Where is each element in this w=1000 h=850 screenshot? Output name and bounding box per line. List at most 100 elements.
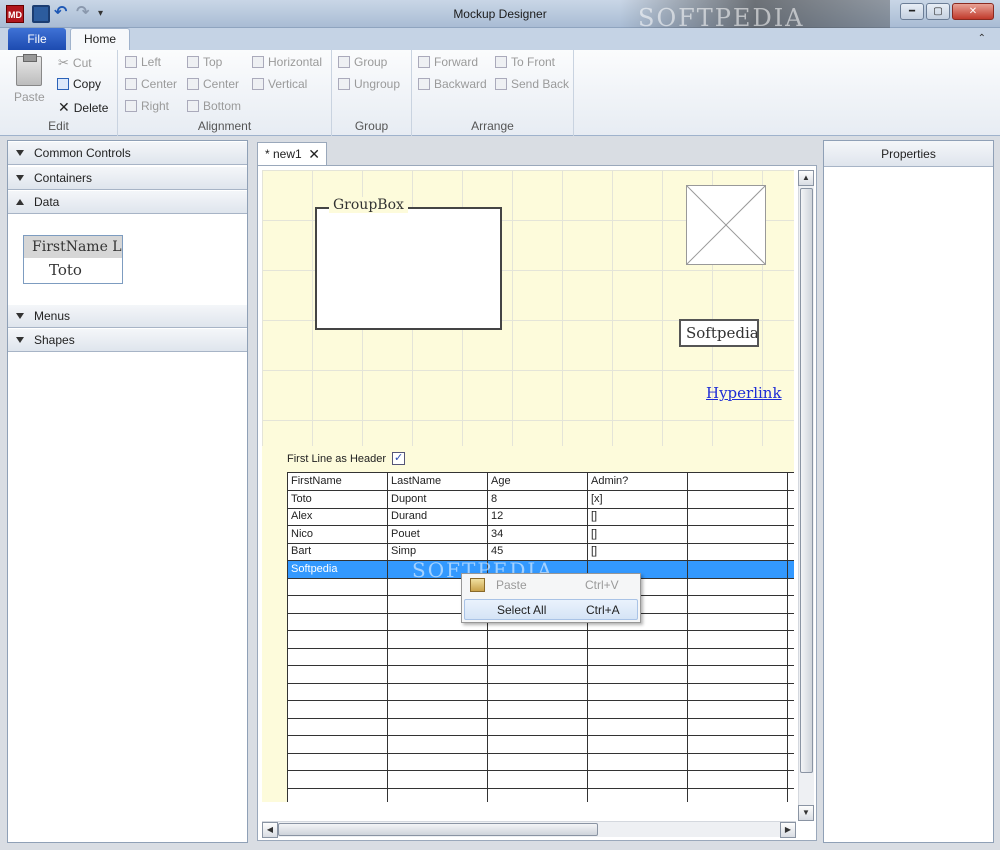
datagrid-control[interactable]: First Line as Header ✓ FirstName LastName…: [262, 446, 794, 802]
bring-forward-button[interactable]: Forward: [418, 55, 478, 69]
table-cell[interactable]: 12: [488, 508, 588, 525]
image-placeholder[interactable]: [686, 185, 766, 265]
table-row[interactable]: [288, 718, 794, 736]
table-cell[interactable]: [288, 613, 388, 630]
table-cell[interactable]: [688, 648, 788, 665]
table-cell[interactable]: [588, 770, 688, 788]
table-cell[interactable]: [288, 595, 388, 613]
table-cell[interactable]: [388, 683, 488, 700]
table-row[interactable]: [288, 788, 794, 802]
cut-button[interactable]: ✂ Cut: [58, 55, 92, 71]
table-cell[interactable]: [588, 630, 688, 648]
tab-new1[interactable]: * new1 ✕: [257, 142, 327, 166]
table-cell[interactable]: [588, 648, 688, 665]
table-cell[interactable]: [488, 683, 588, 700]
delete-button[interactable]: ✕ Delete: [58, 99, 108, 116]
table-row[interactable]: Toto Dupont 8 [x]: [288, 490, 794, 509]
table-cell[interactable]: [688, 508, 788, 525]
horizontal-scroll-thumb[interactable]: [278, 823, 598, 836]
ribbon-collapse-icon[interactable]: ⌃: [978, 33, 986, 44]
table-cell[interactable]: []: [588, 543, 688, 560]
datagrid-toolbox-item[interactable]: FirstName L Toto: [23, 235, 123, 284]
table-cell[interactable]: [388, 630, 488, 648]
table-row[interactable]: [288, 665, 794, 684]
label-control[interactable]: Softpedia: [679, 319, 759, 347]
table-cell[interactable]: [788, 508, 794, 525]
align-center-button[interactable]: Center: [125, 77, 177, 91]
ungroup-button[interactable]: Ungroup: [338, 77, 400, 91]
align-left-button[interactable]: Left: [125, 55, 161, 69]
table-cell[interactable]: [788, 596, 794, 613]
table-cell[interactable]: [388, 735, 488, 753]
scroll-right-icon[interactable]: ▶: [780, 822, 796, 838]
paste-button[interactable]: Paste: [14, 54, 45, 104]
send-backward-button[interactable]: Backward: [418, 77, 487, 91]
first-line-header-option[interactable]: First Line as Header ✓: [287, 452, 406, 465]
table-cell[interactable]: [488, 700, 588, 718]
table-cell[interactable]: [588, 788, 688, 802]
context-menu-select-all[interactable]: Select All Ctrl+A: [464, 599, 638, 620]
table-cell[interactable]: [288, 770, 388, 788]
table-cell[interactable]: [388, 718, 488, 735]
table-cell[interactable]: [288, 718, 388, 735]
table-cell[interactable]: [488, 718, 588, 735]
table-cell[interactable]: Toto: [288, 490, 388, 508]
table-cell[interactable]: [788, 666, 794, 683]
table-cell[interactable]: [288, 700, 388, 718]
groupbox-control[interactable]: GroupBox: [315, 197, 502, 330]
context-menu-paste[interactable]: Paste Ctrl+V: [464, 575, 638, 596]
table-cell[interactable]: [788, 788, 794, 802]
canvas-horizontal-scrollbar[interactable]: ◀ ▶: [262, 821, 796, 838]
toolbox-section-shapes[interactable]: Shapes: [8, 328, 247, 352]
table-row[interactable]: Nico Pouet 34[]: [288, 525, 794, 544]
table-row[interactable]: [288, 700, 794, 719]
table-cell[interactable]: [788, 578, 794, 595]
table-cell[interactable]: [588, 665, 688, 683]
datagrid-table[interactable]: FirstName LastName Age Admin? Toto Dupont 8 [x]…: [287, 472, 794, 802]
close-icon[interactable]: ✕: [308, 143, 320, 165]
canvas-vertical-scrollbar[interactable]: ▲ ▼: [798, 170, 814, 821]
table-cell[interactable]: [688, 718, 788, 735]
first-line-header-checkbox[interactable]: ✓: [392, 452, 406, 465]
table-cell[interactable]: [288, 683, 388, 700]
table-cell[interactable]: [388, 665, 488, 683]
table-cell[interactable]: [788, 543, 794, 560]
tab-home[interactable]: Home: [70, 28, 130, 50]
toolbox-section-data[interactable]: Data: [8, 190, 247, 214]
table-row[interactable]: [288, 630, 794, 649]
table-cell[interactable]: [688, 543, 788, 560]
table-cell[interactable]: [488, 753, 588, 770]
table-cell[interactable]: LastName: [388, 473, 488, 490]
table-cell[interactable]: [588, 753, 688, 770]
table-cell[interactable]: [x]: [588, 490, 688, 508]
table-cell[interactable]: [788, 683, 794, 700]
table-cell[interactable]: Alex: [288, 508, 388, 525]
table-cell[interactable]: [788, 771, 794, 788]
table-cell[interactable]: []: [588, 525, 688, 543]
table-cell[interactable]: [388, 753, 488, 770]
table-cell[interactable]: [388, 770, 488, 788]
scroll-left-icon[interactable]: ◀: [262, 822, 278, 838]
table-cell[interactable]: [388, 700, 488, 718]
maximize-button[interactable]: ▢: [926, 3, 950, 20]
table-cell[interactable]: [788, 736, 794, 753]
table-cell[interactable]: [288, 578, 388, 595]
table-cell[interactable]: []: [588, 508, 688, 525]
table-cell[interactable]: [688, 595, 788, 613]
table-cell[interactable]: [588, 735, 688, 753]
close-button[interactable]: ✕: [952, 3, 994, 20]
table-row[interactable]: [288, 770, 794, 789]
minimize-button[interactable]: ━: [900, 3, 924, 20]
table-cell[interactable]: Bart: [288, 543, 388, 560]
table-cell[interactable]: [788, 718, 794, 735]
table-cell[interactable]: [788, 648, 794, 665]
table-cell[interactable]: [488, 735, 588, 753]
table-cell[interactable]: [488, 665, 588, 683]
tab-file[interactable]: File: [8, 28, 66, 50]
align-bottom-button[interactable]: Bottom: [187, 99, 241, 113]
group-button[interactable]: Group: [338, 55, 387, 69]
table-cell[interactable]: [788, 753, 794, 770]
table-cell[interactable]: Nico: [288, 525, 388, 543]
table-cell[interactable]: [388, 788, 488, 802]
table-cell[interactable]: [588, 718, 688, 735]
